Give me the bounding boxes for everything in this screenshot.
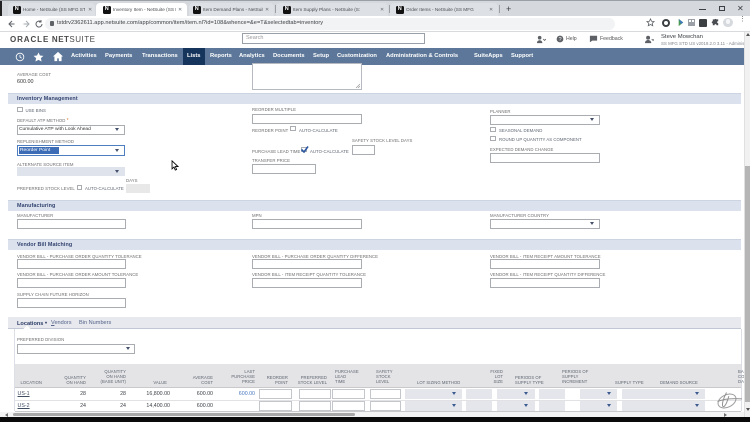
svg-text:?: ?	[558, 37, 561, 43]
